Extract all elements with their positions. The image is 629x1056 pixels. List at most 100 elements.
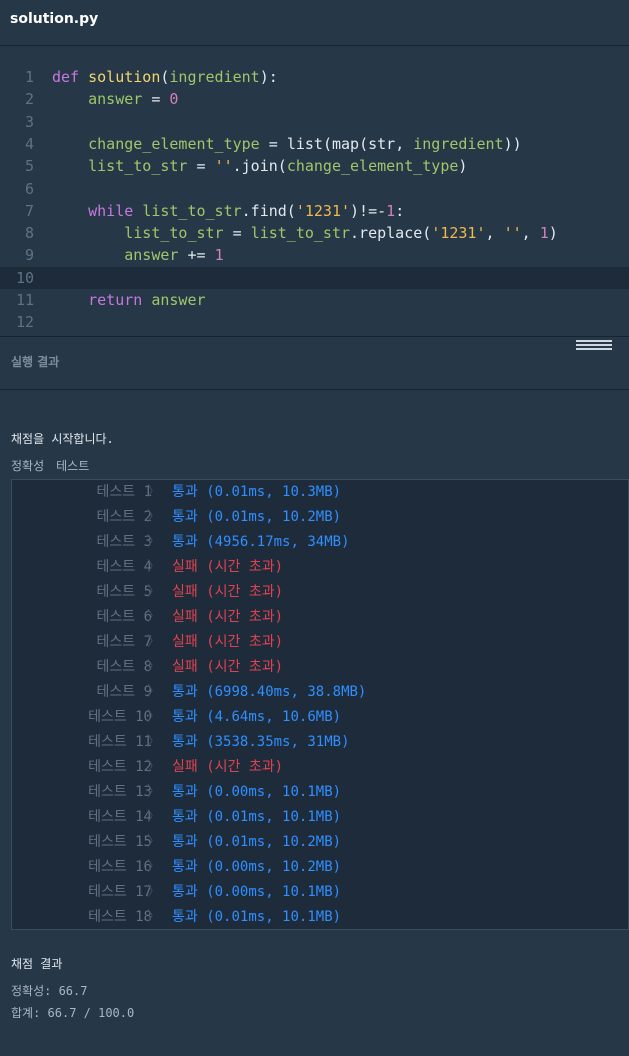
test-name: 테스트 4 — [96, 559, 153, 575]
test-row: 테스트 6 〉 실패 (시간 초과) — [12, 605, 628, 630]
test-detail: (4.64ms, 10.6MB) — [206, 709, 342, 725]
chevron-right-icon: 〉 — [147, 859, 161, 875]
test-status-label: 통과 — [172, 734, 198, 750]
code-line[interactable]: 9 answer += 1 — [0, 244, 629, 266]
grading-start-text: 채점을 시작합니다. — [11, 432, 114, 446]
test-detail: (0.01ms, 10.2MB) — [206, 509, 342, 525]
test-row: 테스트 18 〉 통과 (0.01ms, 10.1MB) — [12, 905, 628, 930]
test-name: 테스트 11 — [88, 734, 152, 750]
test-status-label: 통과 — [172, 834, 198, 850]
line-number: 1 — [24, 68, 34, 86]
code-token: , — [395, 134, 414, 153]
code-token: list_to_str — [124, 224, 224, 243]
code-line[interactable]: 3 — [0, 111, 629, 133]
file-tab-header: solution.py — [0, 0, 629, 46]
line-number: 12 — [15, 313, 34, 332]
test-result: 실패 (시간 초과) — [172, 555, 283, 580]
test-status-label: 통과 — [172, 709, 198, 725]
score-total: 합계: 66.7 / 100.0 — [11, 1006, 135, 1020]
test-result: 통과 (0.00ms, 10.1MB) — [172, 780, 341, 805]
code-text[interactable]: def solution(ingredient): — [52, 66, 278, 88]
test-detail: (시간 초과) — [206, 659, 284, 675]
test-row: 테스트 2 〉 통과 (0.01ms, 10.2MB) — [12, 505, 628, 530]
line-number: 8 — [24, 224, 34, 243]
code-token: solution — [88, 68, 161, 86]
test-row: 테스트 9 〉 통과 (6998.40ms, 38.8MB) — [12, 680, 628, 705]
line-number: 4 — [24, 134, 34, 153]
test-row: 테스트 17 〉 통과 (0.00ms, 10.1MB) — [12, 880, 628, 905]
code-token: = — [259, 134, 287, 153]
code-token: change_element_type — [88, 134, 260, 153]
test-row: 테스트 14 〉 통과 (0.01ms, 10.1MB) — [12, 805, 628, 830]
code-text[interactable]: answer = 0 — [52, 88, 178, 110]
test-name: 테스트 12 — [88, 759, 152, 775]
test-detail: (0.00ms, 10.1MB) — [206, 884, 342, 900]
test-result: 실패 (시간 초과) — [172, 755, 283, 780]
test-detail: (0.00ms, 10.2MB) — [206, 859, 342, 875]
test-result: 통과 (0.01ms, 10.2MB) — [172, 505, 341, 530]
test-status-label: 통과 — [172, 909, 198, 925]
test-status-label: 실패 — [172, 634, 198, 650]
test-status-label: 통과 — [172, 809, 198, 825]
code-text[interactable]: return answer — [52, 289, 205, 311]
test-detail: (0.01ms, 10.2MB) — [206, 834, 342, 850]
test-row: 테스트 15 〉 통과 (0.01ms, 10.2MB) — [12, 830, 628, 855]
test-row: 테스트 4 〉 실패 (시간 초과) — [12, 555, 628, 580]
test-status-label: 통과 — [172, 484, 198, 500]
code-token: 1 — [214, 246, 224, 265]
section-label: 정확성 테스트 — [11, 457, 101, 474]
code-line[interactable]: 10 — [0, 266, 629, 289]
test-status-label: 통과 — [172, 884, 198, 900]
code-text[interactable]: while list_to_str.find('1231')!=-1: — [52, 200, 404, 222]
file-name[interactable]: solution.py — [10, 11, 98, 27]
line-number: 2 — [24, 90, 34, 109]
code-token: str — [368, 134, 396, 153]
test-name: 테스트 14 — [88, 809, 152, 825]
code-line[interactable]: 6 — [0, 178, 629, 200]
test-name: 테스트 17 — [88, 884, 152, 900]
code-token: .join( — [232, 157, 287, 176]
code-line[interactable]: 5 list_to_str = ''.join(change_element_t… — [0, 155, 629, 177]
test-result: 통과 (0.01ms, 10.2MB) — [172, 830, 341, 855]
test-name: 테스트 18 — [88, 909, 152, 925]
chevron-right-icon: 〉 — [147, 684, 161, 700]
test-result: 통과 (6998.40ms, 38.8MB) — [172, 680, 366, 705]
test-name: 테스트 6 — [96, 609, 153, 625]
test-result: 통과 (3538.35ms, 31MB) — [172, 730, 350, 755]
code-line[interactable]: 4 change_element_type = list(map(str, in… — [0, 133, 629, 155]
chevron-right-icon: 〉 — [147, 634, 161, 650]
chevron-right-icon: 〉 — [147, 809, 161, 825]
code-token: = — [142, 90, 170, 109]
code-token: = — [223, 224, 251, 243]
line-number: 5 — [24, 157, 34, 176]
code-token: while — [88, 201, 143, 220]
code-token: )) — [503, 134, 522, 153]
chevron-right-icon: 〉 — [147, 484, 161, 500]
code-line[interactable]: 1 def solution(ingredient): — [0, 66, 629, 88]
code-line[interactable]: 7 while list_to_str.find('1231')!=-1: — [0, 200, 629, 222]
test-detail: (6998.40ms, 38.8MB) — [206, 684, 367, 700]
code-line[interactable]: 8 list_to_str = list_to_str.replace('123… — [0, 222, 629, 244]
code-editor[interactable]: 1 def solution(ingredient): 2 answer = 034… — [0, 46, 629, 336]
code-line[interactable]: 11 return answer — [0, 289, 629, 311]
code-text[interactable]: list_to_str = ''.join(change_element_typ… — [52, 155, 467, 177]
code-token: : — [395, 201, 405, 220]
test-name: 테스트 16 — [88, 859, 152, 875]
code-token: += — [178, 246, 215, 265]
code-token: 1 — [539, 224, 549, 243]
code-text[interactable]: answer += 1 — [52, 244, 224, 266]
test-result: 통과 (4.64ms, 10.6MB) — [172, 705, 341, 730]
code-line[interactable]: 2 answer = 0 — [0, 88, 629, 110]
code-text[interactable]: list_to_str = list_to_str.replace('1231'… — [52, 222, 558, 244]
test-name: 테스트 3 — [96, 534, 153, 550]
chevron-right-icon: 〉 — [147, 734, 161, 750]
code-text[interactable]: change_element_type = list(map(str, ingr… — [52, 133, 522, 155]
test-row: 테스트 10 〉 통과 (4.64ms, 10.6MB) — [12, 705, 628, 730]
test-name: 테스트 7 — [96, 634, 153, 650]
test-result: 통과 (0.00ms, 10.2MB) — [172, 855, 341, 880]
code-line[interactable]: 12 — [0, 311, 629, 333]
resize-handle-icon[interactable] — [576, 340, 612, 350]
test-result: 통과 (0.00ms, 10.1MB) — [172, 880, 341, 905]
